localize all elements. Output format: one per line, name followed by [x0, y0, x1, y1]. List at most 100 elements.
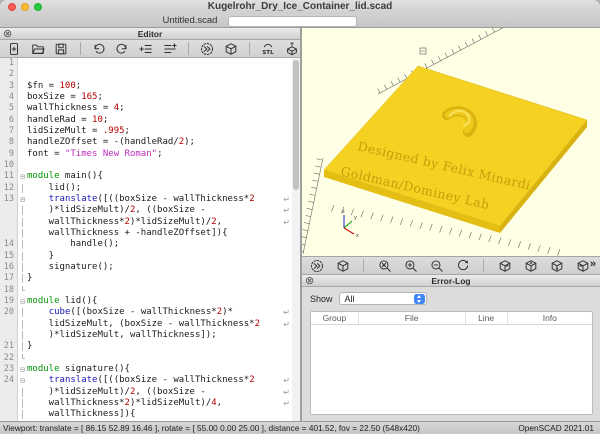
- zoom-out-icon: [430, 259, 444, 273]
- redo-button[interactable]: [114, 41, 131, 56]
- code-line[interactable]: 22└: [0, 353, 300, 364]
- view-right-button[interactable]: [496, 258, 513, 273]
- column-header-file[interactable]: File: [359, 312, 466, 324]
- open-file-button[interactable]: [30, 41, 47, 56]
- fold-toggle-icon[interactable]: ⊟: [18, 296, 27, 307]
- code-text: handle();: [27, 239, 300, 250]
- code-line[interactable]: 14│ handle();: [0, 239, 300, 250]
- column-header-group[interactable]: Group: [311, 312, 359, 324]
- editor-panel-header: ⊗ Editor: [0, 28, 300, 40]
- fold-toggle-icon[interactable]: ⊟: [18, 171, 27, 182]
- line-number: 11: [0, 171, 18, 182]
- preview-button[interactable]: [308, 258, 325, 273]
- toolbar-overflow-button[interactable]: »: [590, 258, 596, 270]
- code-line[interactable]: │ )*lidSizeMult, wallThickness]);: [0, 330, 300, 341]
- code-editor[interactable]: 123$fn = 100;4boxSize = 165;5wallThickne…: [0, 58, 300, 421]
- fold-toggle-icon[interactable]: ⊟: [18, 194, 27, 205]
- code-line[interactable]: │ wallThickness*2)*lidSizeMult)/4,↵: [0, 398, 300, 409]
- line-number: 18: [0, 285, 18, 296]
- code-text: handleRad = 10;: [27, 115, 300, 126]
- code-line[interactable]: 6handleRad = 10;: [0, 115, 300, 126]
- code-line[interactable]: 24⊟ translate([((boxSize - wallThickness…: [0, 375, 300, 386]
- view-left-button[interactable]: [574, 258, 591, 273]
- viewport-toolbar: »: [302, 256, 600, 275]
- code-line[interactable]: 4boxSize = 165;: [0, 92, 300, 103]
- code-line[interactable]: 17│}: [0, 273, 300, 284]
- toolbar-separator: [188, 42, 189, 55]
- code-line[interactable]: │ wallThickness*2)*lidSizeMult)/2,↵: [0, 217, 300, 228]
- line-number: 8: [0, 137, 18, 148]
- toolbar-separator: [363, 259, 364, 272]
- fold-guide: [18, 137, 27, 148]
- fold-guide: │: [18, 239, 27, 250]
- code-line[interactable]: 7lidSizeMult = .995;: [0, 126, 300, 137]
- column-header-line[interactable]: Line: [466, 312, 508, 324]
- code-line[interactable]: 8handleZOffset = -(handleRad/2);: [0, 137, 300, 148]
- zoom-in-button[interactable]: [402, 258, 419, 273]
- fold-toggle-icon[interactable]: ⊟: [18, 375, 27, 386]
- line-number: 24: [0, 375, 18, 386]
- export-stl-button[interactable]: STL: [260, 41, 277, 56]
- code-line[interactable]: 12│ lid();: [0, 183, 300, 194]
- fold-guide: │: [18, 409, 27, 420]
- line-number: 21: [0, 341, 18, 352]
- code-line[interactable]: 2: [0, 69, 300, 80]
- zoom-all-button[interactable]: [376, 258, 393, 273]
- code-line[interactable]: 15│ }: [0, 251, 300, 262]
- 3d-viewport[interactable]: ​ Designed by Felix Minardi Goldman/Domi…: [302, 28, 600, 256]
- view-top-button[interactable]: [522, 258, 539, 273]
- render-button[interactable]: [222, 41, 239, 56]
- code-line[interactable]: │ wallThickness]){: [0, 409, 300, 420]
- toolbar-separator: [249, 42, 250, 55]
- code-line[interactable]: 5wallThickness = 4;: [0, 103, 300, 114]
- code-line[interactable]: 23⊟module signature(){: [0, 364, 300, 375]
- reset-view-button[interactable]: [454, 258, 471, 273]
- fold-guide: │: [18, 183, 27, 194]
- error-log-panel: ⊗ Error-Log Show All GroupFileLineInfo: [302, 275, 600, 421]
- tab-untitled[interactable]: Untitled.scad: [140, 15, 240, 26]
- code-text: )*lidSizeMult, wallThickness]);: [27, 330, 300, 341]
- code-line[interactable]: 18└: [0, 285, 300, 296]
- error-log-table[interactable]: GroupFileLineInfo: [310, 311, 593, 415]
- save-file-button[interactable]: [53, 41, 70, 56]
- code-line[interactable]: 9font = "Times New Roman";: [0, 149, 300, 160]
- filter-dropdown[interactable]: All: [339, 292, 427, 305]
- unindent-button[interactable]: [161, 41, 178, 56]
- print-3d-button[interactable]: [283, 41, 300, 56]
- render-button[interactable]: [334, 258, 351, 273]
- code-line[interactable]: 1: [0, 58, 300, 69]
- column-header-info[interactable]: Info: [508, 312, 592, 324]
- editor-scrollbar[interactable]: [292, 58, 300, 421]
- code-line[interactable]: 21│}: [0, 341, 300, 352]
- axis-label-z: z: [342, 209, 345, 215]
- indent-button[interactable]: [138, 41, 155, 56]
- code-line[interactable]: 19⊟module lid(){: [0, 296, 300, 307]
- code-line[interactable]: 20│ cube([(boxSize - wallThickness*2)*↵: [0, 307, 300, 318]
- undo-icon: [92, 42, 106, 56]
- code-line[interactable]: 11⊟module main(){: [0, 171, 300, 182]
- fold-toggle-icon[interactable]: ⊟: [18, 364, 27, 375]
- code-line[interactable]: 10: [0, 160, 300, 171]
- redo-icon: [115, 42, 129, 56]
- line-number: 16: [0, 262, 18, 273]
- view-bottom-button[interactable]: [548, 258, 565, 273]
- code-line[interactable]: 3$fn = 100;: [0, 81, 300, 92]
- print-3d-icon: [285, 42, 299, 56]
- filename-field[interactable]: [228, 16, 357, 27]
- undo-button[interactable]: [91, 41, 108, 56]
- editor-scrollbar-thumb[interactable]: [293, 60, 299, 190]
- line-number: 2: [0, 69, 18, 80]
- code-line[interactable]: │ )*lidSizeMult)/2, ((boxSize -↵: [0, 205, 300, 216]
- preview-button[interactable]: [199, 41, 216, 56]
- line-number: 15: [0, 251, 18, 262]
- code-line[interactable]: │ lidSizeMult, (boxSize - wallThickness*…: [0, 319, 300, 330]
- fold-guide: │: [18, 319, 27, 330]
- code-line[interactable]: 16│ signature();: [0, 262, 300, 273]
- code-line[interactable]: │ )*lidSizeMult)/2, ((boxSize -↵: [0, 387, 300, 398]
- zoom-out-button[interactable]: [428, 258, 445, 273]
- 3d-scene: ​ Designed by Felix Minardi Goldman/Domi…: [302, 28, 600, 256]
- new-file-button[interactable]: [6, 41, 23, 56]
- wrap-indicator-icon: ↵: [283, 387, 290, 398]
- code-line[interactable]: 13⊟ translate([((boxSize - wallThickness…: [0, 194, 300, 205]
- code-line[interactable]: │ wallThickness + -handleZOffset]){: [0, 228, 300, 239]
